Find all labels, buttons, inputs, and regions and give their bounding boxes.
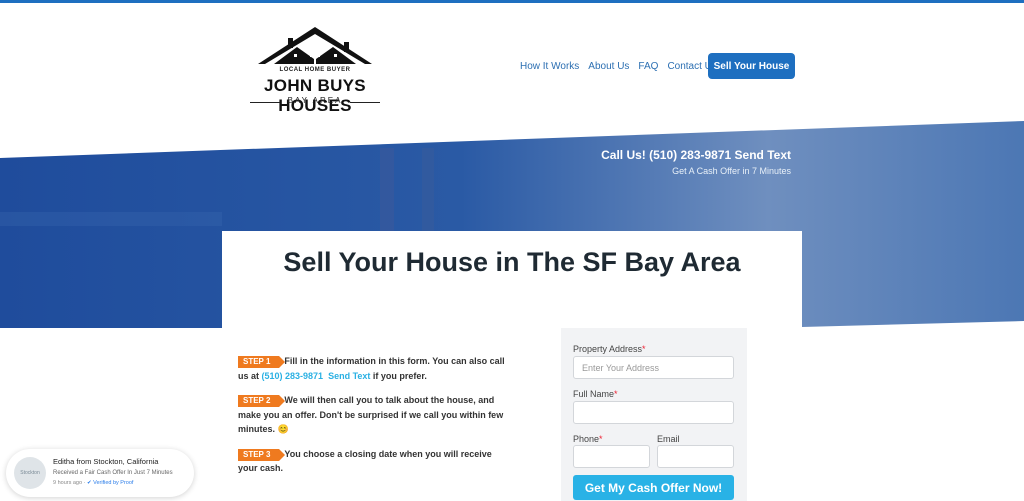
house-roof-icon: [258, 27, 372, 64]
phone-label: Phone*: [573, 434, 603, 444]
proof-meta: 9 hours ago · ✔ Verified by Proof: [53, 480, 134, 486]
send-text-link[interactable]: Send Text: [328, 371, 370, 381]
map-avatar: Stockton: [14, 457, 46, 489]
proof-message: Received a Fair Cash Offer In Just 7 Min…: [53, 470, 173, 476]
step-2: STEP 2 We will then call you to talk abou…: [238, 393, 513, 437]
get-cash-offer-button[interactable]: Get My Cash Offer Now!: [573, 475, 734, 500]
step-1: STEP 1 Fill in the information in this fo…: [238, 354, 513, 383]
verified-check-icon: ✔: [86, 480, 92, 486]
social-proof-popup[interactable]: Stockton Editha from Stockton, Californi…: [6, 449, 194, 497]
address-label: Property Address*: [573, 344, 646, 354]
step-3: STEP 3 You choose a closing date when you…: [238, 447, 513, 476]
full-name-input[interactable]: [573, 401, 734, 424]
phone-input[interactable]: [573, 445, 650, 468]
sell-your-house-button[interactable]: Sell Your House: [708, 53, 795, 79]
email-label: Email: [657, 434, 680, 444]
proof-name: Editha from Stockton, California: [53, 457, 159, 466]
page-title: Sell Your House in The SF Bay Area: [283, 247, 741, 277]
proof-time: 9 hours ago: [53, 480, 83, 486]
email-input[interactable]: [657, 445, 734, 468]
logo-rule-right: [350, 102, 380, 103]
site-logo[interactable]: LOCAL HOME BUYER JOHN BUYS HOUSES BAY AR…: [226, 24, 404, 115]
step-badge: STEP 3: [238, 448, 286, 461]
cash-offer-subtext: Get A Cash Offer in 7 Minutes: [672, 166, 791, 176]
main-nav: How It Works About Us FAQ Contact Us: [520, 58, 726, 74]
nav-faq[interactable]: FAQ: [638, 61, 658, 72]
address-input[interactable]: Enter Your Address: [573, 356, 734, 379]
steps-list: STEP 1 Fill in the information in this fo…: [238, 354, 513, 486]
brand-tagline: LOCAL HOME BUYER: [279, 67, 351, 73]
step-badge: STEP 2: [238, 395, 286, 407]
nav-how-it-works[interactable]: How It Works: [520, 61, 579, 72]
verified-label: Verified by Proof: [93, 480, 134, 486]
full-name-label: Full Name*: [573, 389, 618, 399]
phone-link[interactable]: (510) 283-9871: [262, 371, 324, 381]
brand-subtitle: BAY AREA: [287, 96, 343, 105]
step-1-text-end: if you prefer.: [370, 370, 427, 381]
call-us-link[interactable]: Call Us! (510) 283-9871 Send Text: [560, 148, 791, 162]
step-badge: STEP 1: [238, 356, 286, 368]
nav-about-us[interactable]: About Us: [588, 61, 629, 72]
